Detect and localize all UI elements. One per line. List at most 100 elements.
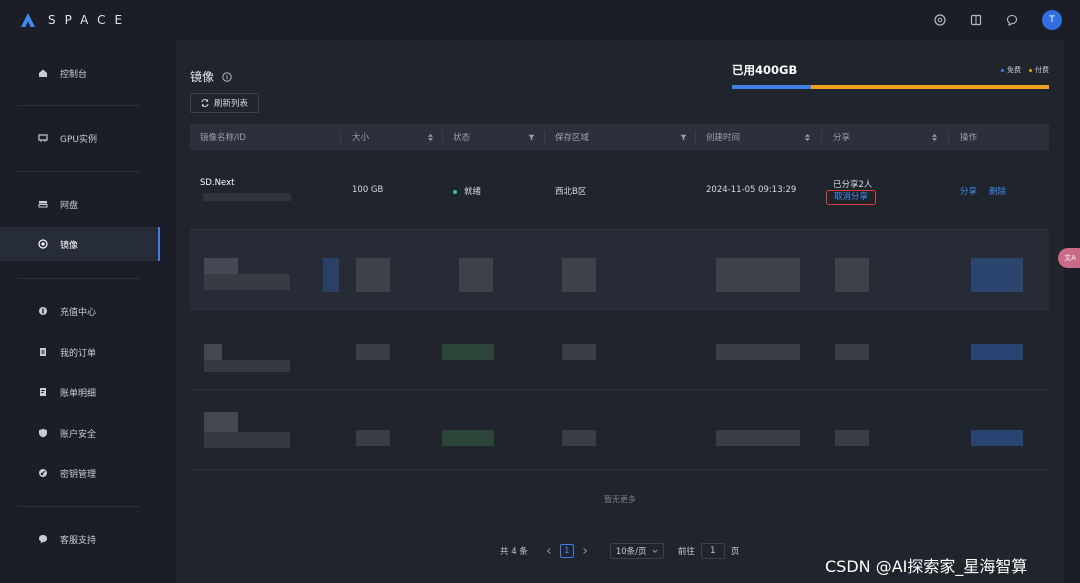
sort-icon[interactable]: [804, 133, 811, 141]
redacted-block: [204, 412, 238, 432]
legend-free-dot: [1001, 68, 1004, 72]
book-icon[interactable]: [970, 14, 982, 26]
sidebar-item-recharge[interactable]: 充值中心: [0, 294, 158, 328]
cancel-share-link[interactable]: 取消分享: [826, 190, 877, 205]
total-count: 共 4 条: [500, 547, 528, 557]
redacted-block: [971, 430, 1023, 446]
page-size-value: 10条/页: [615, 547, 647, 557]
info-icon[interactable]: [222, 71, 232, 82]
redacted-block: [204, 274, 290, 290]
sidebar-divider: [18, 171, 140, 172]
sidebar-item-images[interactable]: 镜像: [0, 227, 160, 261]
redacted-block: [716, 430, 800, 446]
redacted-block: [356, 344, 390, 360]
col-header-status[interactable]: 状态: [453, 124, 538, 150]
home-icon: [38, 68, 48, 78]
filter-icon[interactable]: [680, 134, 687, 141]
message-icon[interactable]: [1006, 14, 1018, 26]
redacted-block: [971, 344, 1023, 360]
sidebar-divider: [18, 278, 140, 279]
usage-bar: [732, 85, 1049, 89]
col-header-region[interactable]: 保存区域: [555, 124, 690, 150]
redacted-block: [204, 258, 238, 274]
translate-float-button[interactable]: 文A: [1058, 248, 1080, 268]
filter-icon[interactable]: [528, 134, 535, 141]
col-header-share-label: 分享: [833, 133, 851, 143]
table-header: 镜像名称/ID 大小 状态 保存区域 创建时间 分享 操作: [190, 124, 1049, 150]
page-title-text: 镜像: [190, 70, 215, 84]
goto-page-input[interactable]: 1: [700, 543, 725, 559]
disk-icon: [38, 199, 48, 209]
legend-paid-dot: [1029, 68, 1032, 72]
logo-text: SPACE: [48, 13, 132, 27]
page-title: 镜像: [190, 68, 232, 85]
sidebar-item-keys[interactable]: 密钥管理: [0, 456, 158, 490]
share-link[interactable]: 分享: [960, 185, 977, 197]
logo[interactable]: SPACE: [20, 12, 131, 28]
sidebar-item-label: 镜像: [60, 240, 79, 251]
next-page-button[interactable]: [580, 546, 590, 556]
target-icon: [38, 239, 48, 249]
legend-free: 免费: [1001, 65, 1021, 75]
order-icon: [38, 347, 48, 357]
sidebar-item-label: 控制台: [60, 69, 88, 80]
sidebar-item-gpu[interactable]: GPU实例: [0, 121, 158, 155]
sidebar-item-bills[interactable]: 账单明细: [0, 375, 158, 409]
status-text: 就绪: [464, 187, 482, 197]
wallet-icon: [38, 306, 48, 316]
sidebar-item-label: GPU实例: [60, 134, 97, 145]
goto-label: 前往: [677, 547, 695, 557]
key-icon: [38, 468, 48, 478]
redacted-block: [459, 258, 493, 292]
sidebar-item-disk[interactable]: 网盘: [0, 187, 158, 221]
page-number-current[interactable]: 1: [559, 544, 574, 558]
image-size: 100 GB: [352, 185, 384, 195]
sort-icon[interactable]: [427, 133, 434, 141]
redacted-block: [835, 430, 869, 446]
avatar[interactable]: T: [1042, 10, 1062, 30]
delete-link[interactable]: 删除: [989, 185, 1006, 197]
redacted-block: [442, 430, 494, 446]
table-row-redacted: [190, 310, 1049, 390]
col-header-share[interactable]: 分享: [833, 124, 941, 150]
help-circle-icon[interactable]: [934, 14, 946, 26]
col-header-name: 镜像名称/ID: [200, 124, 246, 150]
sidebar-item-label: 密钥管理: [60, 469, 97, 480]
chevron-right-icon: [582, 548, 588, 554]
redacted-block: [971, 258, 1023, 292]
sort-icon[interactable]: [931, 133, 938, 141]
bill-icon: [38, 387, 48, 397]
redacted-block: [716, 344, 800, 360]
refresh-list-button[interactable]: 刷新列表: [190, 93, 259, 113]
col-divider: [821, 131, 822, 143]
redacted-block: [204, 360, 290, 372]
main-panel: 镜像 刷新列表 已用400GB 免费 付费 镜像名称/ID 大小 状态 保存区域: [176, 40, 1064, 583]
page-size-select[interactable]: 10条/页: [609, 543, 664, 559]
legend-paid: 付费: [1029, 65, 1049, 75]
sidebar-item-console[interactable]: 控制台: [0, 56, 158, 90]
redacted-block: [442, 344, 494, 360]
sidebar-item-label: 账户安全: [60, 429, 97, 440]
col-divider: [442, 131, 443, 143]
redacted-image-id: [203, 193, 291, 201]
redacted-block: [562, 258, 596, 292]
pagination: 共 4 条 1 10条/页 前往 1 页: [500, 543, 739, 559]
table-row-redacted: [190, 390, 1049, 470]
sidebar-divider: [18, 506, 140, 507]
redacted-block: [204, 432, 290, 448]
sidebar-item-support[interactable]: 客服支持: [0, 522, 158, 556]
prev-page-button[interactable]: [544, 546, 554, 556]
refresh-list-label: 刷新列表: [213, 99, 248, 109]
share-count: 已分享2人: [833, 180, 873, 190]
col-header-size[interactable]: 大小: [352, 124, 437, 150]
storage-usage: 已用400GB 免费 付费: [732, 62, 1049, 89]
sidebar-item-orders[interactable]: 我的订单: [0, 335, 158, 369]
col-header-region-label: 保存区域: [555, 133, 590, 143]
col-header-created[interactable]: 创建时间: [706, 124, 814, 150]
redacted-block: [716, 258, 800, 292]
chevron-left-icon: [546, 548, 551, 554]
page-unit-label: 页: [730, 547, 740, 557]
sidebar-item-security[interactable]: 账户安全: [0, 416, 158, 450]
usage-bar-free: [732, 85, 811, 89]
col-header-created-label: 创建时间: [706, 133, 741, 143]
